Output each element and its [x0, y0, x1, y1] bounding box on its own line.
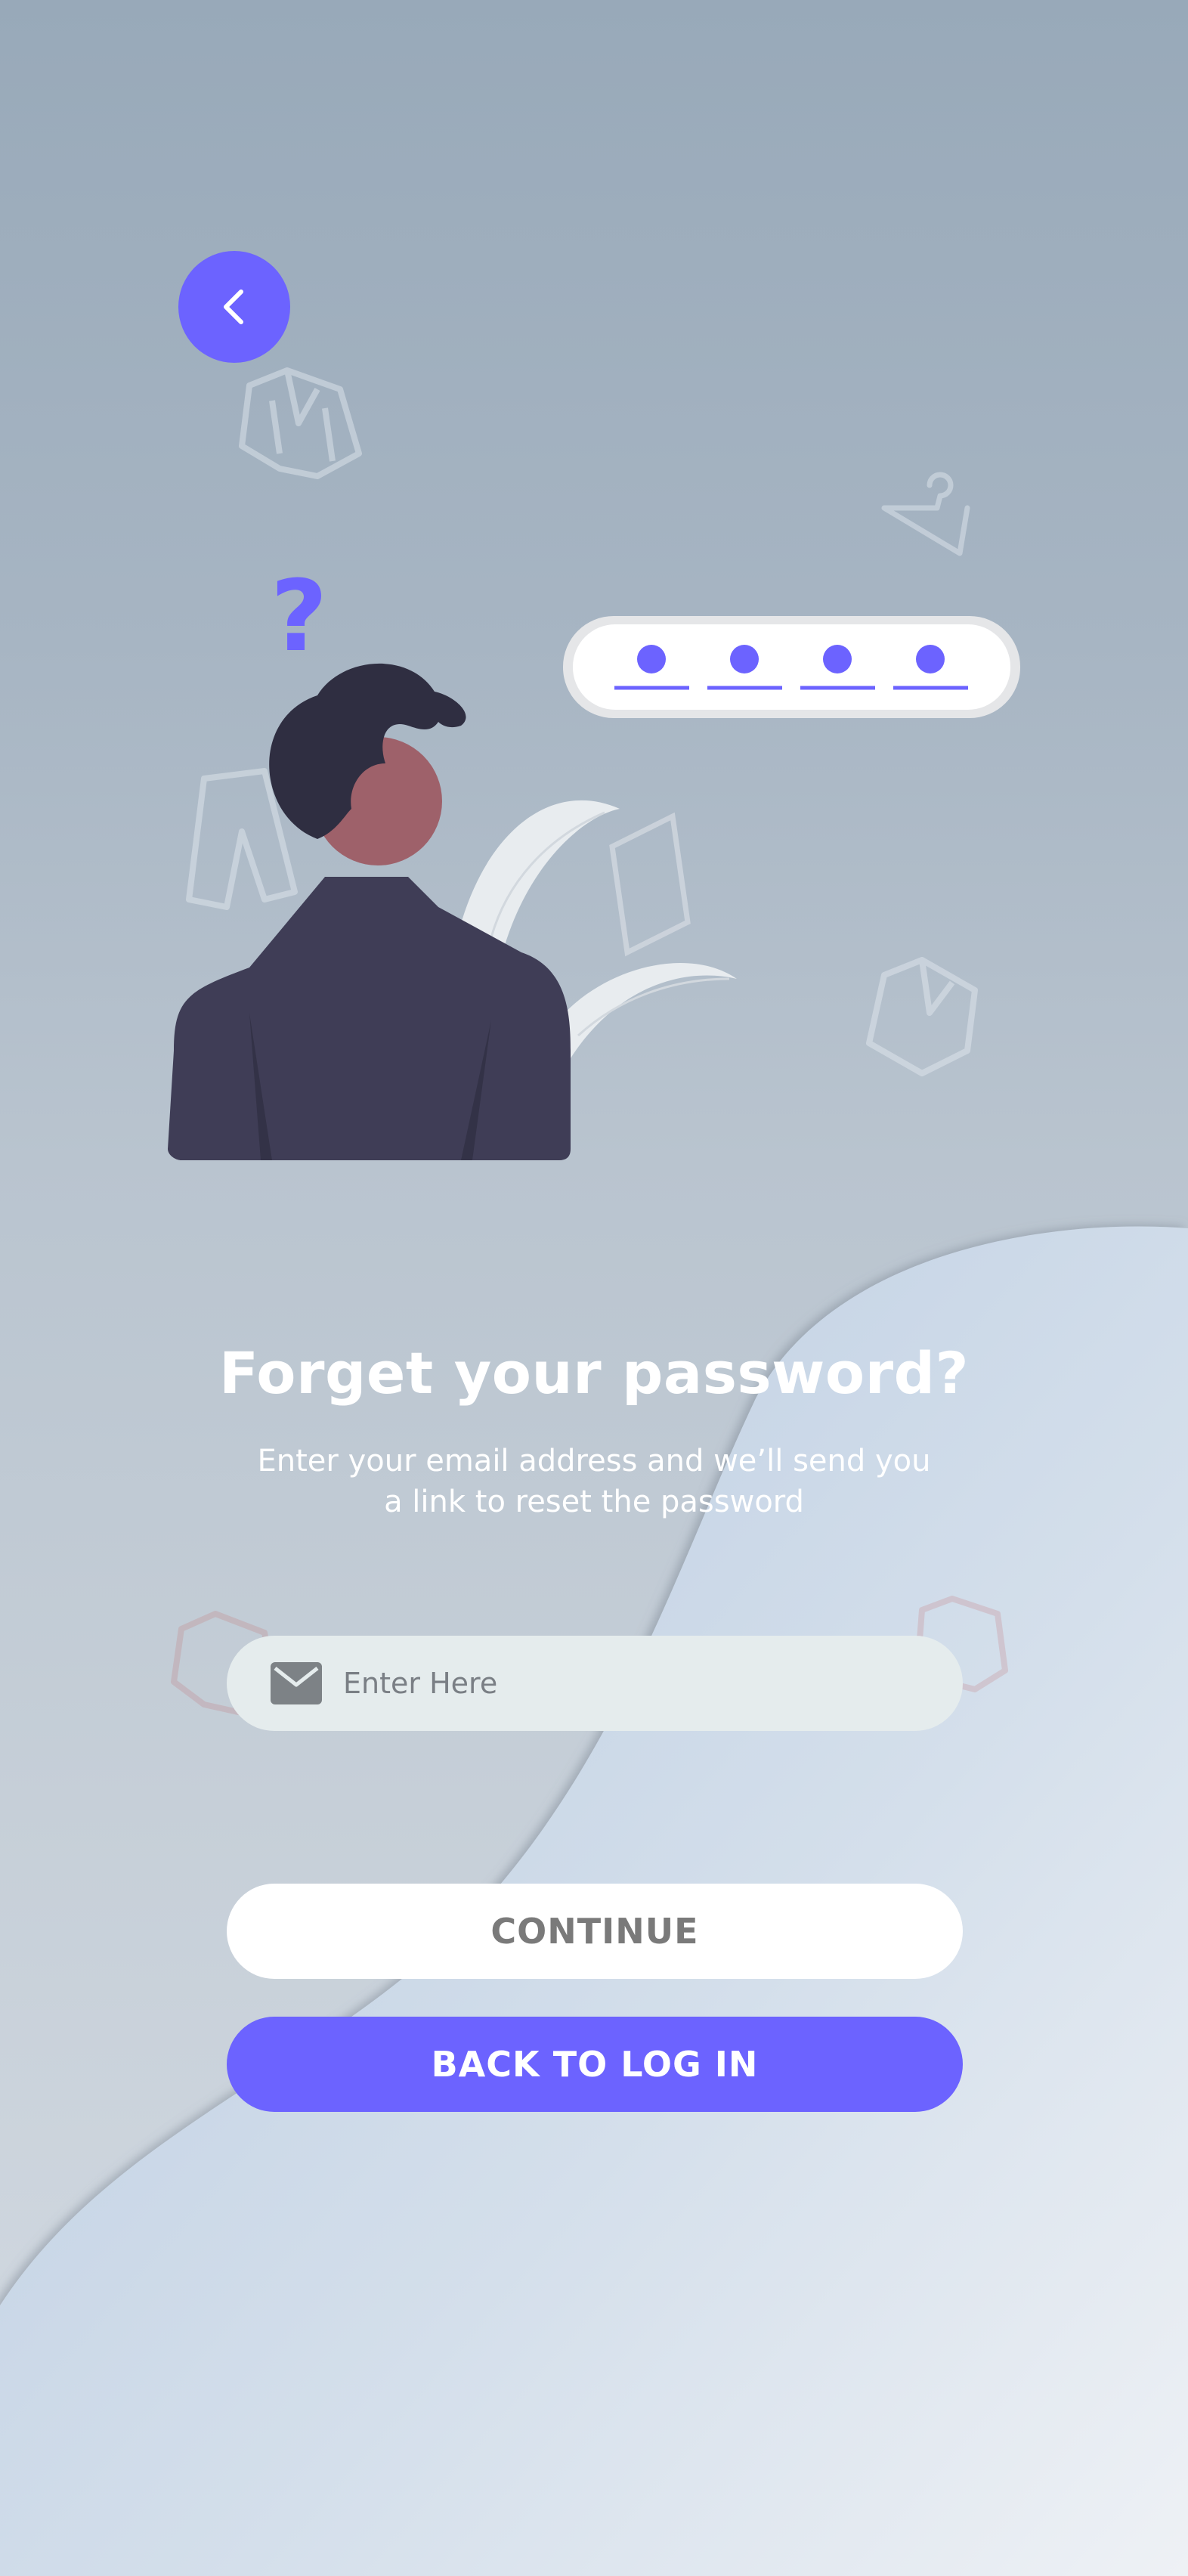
back-button[interactable]	[178, 251, 290, 363]
background-wave	[0, 1226, 1188, 2576]
iron-doodle-icon	[609, 812, 691, 957]
continue-button[interactable]: CONTINUE	[227, 1884, 963, 1979]
chevron-left-icon	[224, 289, 243, 324]
question-mark: ?	[271, 559, 327, 673]
forgot-password-illustration: ?	[168, 559, 1020, 1160]
back-to-login-button[interactable]: BACK TO LOG IN	[227, 2017, 963, 2112]
subtitle-line-2: a link to reset the password	[384, 1485, 804, 1519]
email-field[interactable]	[227, 1636, 963, 1731]
email-input[interactable]	[342, 1666, 919, 1701]
page-subtitle: Enter your email address and we’ll send …	[227, 1441, 961, 1522]
pin-code-bubble	[563, 616, 1020, 718]
mail-icon	[271, 1662, 322, 1704]
shirt-doodle-icon	[239, 367, 362, 479]
page-title: Forget your password?	[218, 1339, 970, 1407]
subtitle-line-1: Enter your email address and we’ll send …	[257, 1444, 931, 1478]
